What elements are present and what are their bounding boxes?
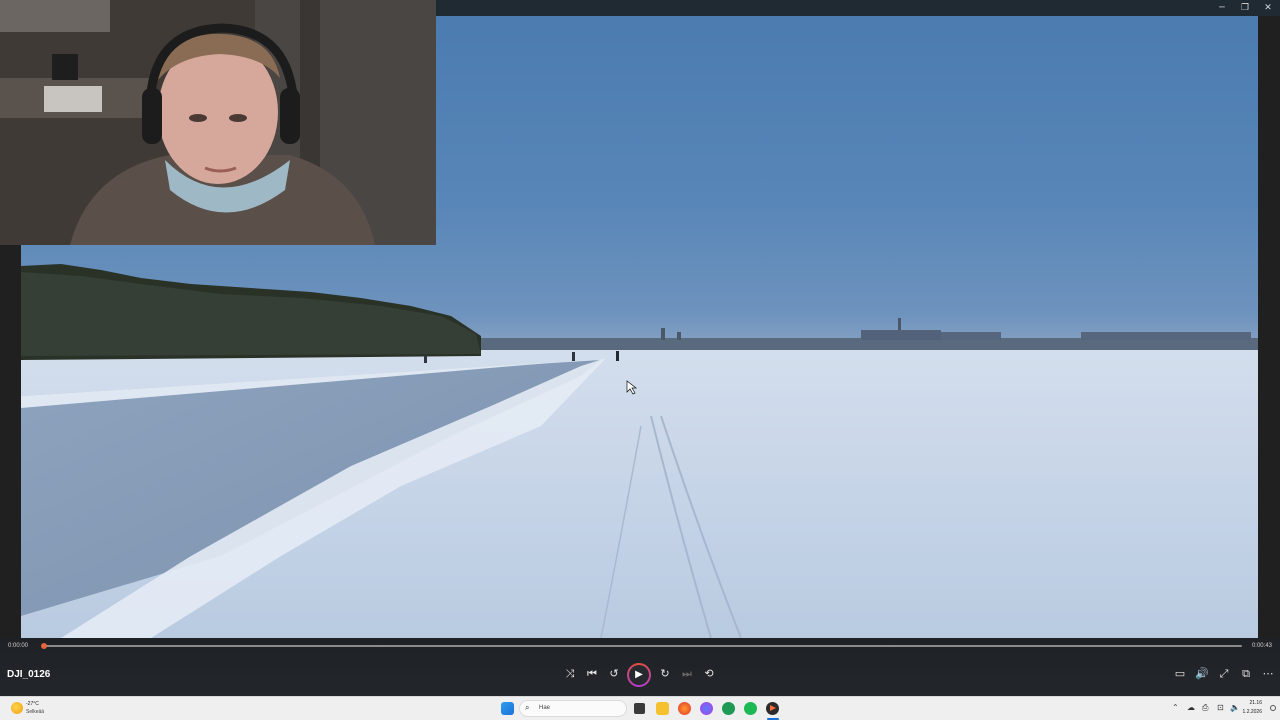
drawer [44,86,102,112]
seek-handle[interactable] [41,643,48,649]
notification-icon[interactable] [1270,705,1276,711]
start-icon[interactable] [501,702,514,715]
chimney [661,328,665,340]
mini-player-button[interactable]: ⧉ [1236,664,1256,684]
city-buildings [1081,332,1251,340]
fullscreen-button[interactable]: ⤢ [1214,664,1234,684]
weather-icon[interactable] [11,702,23,714]
city-buildings [861,330,941,340]
search-placeholder: Hae [539,705,551,711]
task-view-icon[interactable] [634,703,645,714]
seek-bar[interactable] [41,643,1242,649]
firefox-icon[interactable] [678,702,691,715]
skater [424,354,427,363]
taskbar: -27°C Selkeää ⌕ Hae ⌃ ☁ ⎙ ⊡ 🔈 21.16 1.2.… [0,696,1280,720]
weather-description[interactable]: Selkeää [26,709,44,715]
play-icon: ▶ [629,665,649,685]
desktop: ─ ❐ ✕ 0:00:00 0:00:43 DJI_0126 ⤨ ⏮ ↺ ▶ ↻… [0,0,1280,720]
shuffle-button[interactable]: ⤨ [560,664,580,684]
play-button[interactable]: ▶ [627,663,651,687]
volume-button[interactable]: 🔊 [1192,664,1212,684]
media-player-icon[interactable] [766,702,779,715]
weather-temperature[interactable]: -27°C [26,701,39,707]
repeat-button[interactable]: ⟲ [699,664,719,684]
clock-date[interactable]: 1.2.2026 [1243,709,1262,715]
headphones-right-cup [280,88,300,144]
more-options-button[interactable]: ⋯ [1258,664,1278,684]
treeline-front [21,272,481,356]
rewind-button[interactable]: ↺ [604,664,624,684]
city-buildings [941,332,1001,340]
usb-icon[interactable]: ⎙ [1202,703,1208,713]
speaker [52,54,78,80]
webcam-overlay [0,0,436,245]
chimney [677,332,681,340]
maximize-button[interactable]: ❐ [1234,0,1256,16]
search-icon: ⌕ [525,703,530,712]
minimize-button[interactable]: ─ [1211,0,1233,16]
volume-tray-icon[interactable]: 🔈 [1230,703,1240,712]
total-time: 0:00:43 [1251,643,1272,649]
next-button[interactable]: ⏭ [677,664,697,684]
media-player-window: ─ ❐ ✕ 0:00:00 0:00:43 DJI_0126 ⤨ ⏮ ↺ ▶ ↻… [0,0,1280,696]
headphones-left-cup [142,88,162,144]
spotify-icon[interactable] [744,702,757,715]
current-time: 0:00:00 [8,643,29,649]
skater [616,351,619,361]
file-title: DJI_0126 [7,669,51,680]
messenger-icon[interactable] [700,702,713,715]
subtitles-button[interactable]: ▭ [1170,664,1190,684]
shelf [0,0,110,32]
search-input[interactable]: ⌕ Hae [519,700,627,717]
network-icon[interactable]: ⊡ [1217,703,1224,712]
close-button[interactable]: ✕ [1257,0,1279,16]
onedrive-icon[interactable]: ☁ [1187,703,1195,712]
skater [572,352,575,361]
forward-button[interactable]: ↻ [655,664,675,684]
eye [229,114,247,122]
xbox-icon[interactable] [722,702,735,715]
previous-button[interactable]: ⏮ [582,664,602,684]
clock-time[interactable]: 21.16 [1249,700,1262,706]
webcam-scene [0,0,436,245]
player-controls: 0:00:00 0:00:43 DJI_0126 ⤨ ⏮ ↺ ▶ ↻ ⏭ ⟲ ▭… [0,638,1280,696]
tray-overflow-icon[interactable]: ⌃ [1172,703,1179,712]
eye [189,114,207,122]
file-explorer-icon[interactable] [656,702,669,715]
